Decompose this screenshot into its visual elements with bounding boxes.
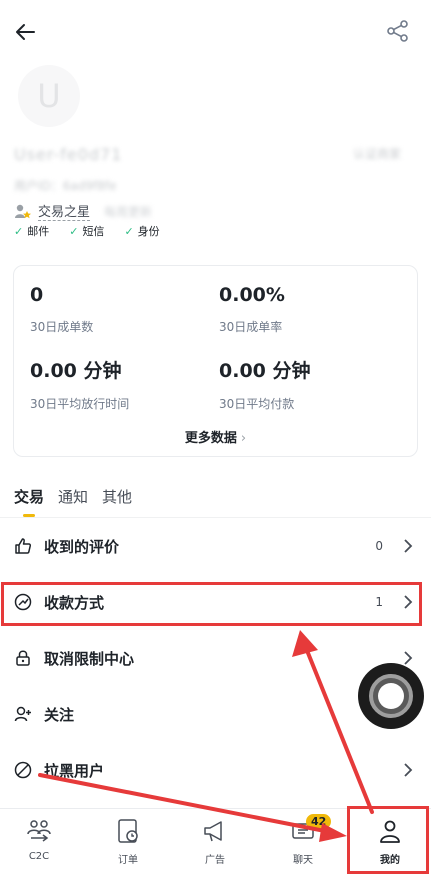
chevron-right-icon: [404, 763, 413, 777]
nav-item-orders[interactable]: 订单: [98, 817, 158, 866]
share-icon: [387, 20, 408, 42]
stat-pay-time: 0.00 分钟 30日平均付款: [219, 356, 311, 412]
order-icon: [118, 819, 138, 843]
share-button[interactable]: [385, 18, 411, 44]
more-data-link[interactable]: 更多数据 ›: [14, 427, 417, 446]
stat-label: 30日平均付款: [219, 397, 295, 411]
floating-assistive-button[interactable]: [358, 663, 424, 729]
tab-other[interactable]: 其他: [102, 486, 132, 517]
nav-label: 订单: [118, 855, 138, 866]
check-icon: ✓: [69, 224, 79, 238]
stat-value: 0: [30, 284, 44, 306]
megaphone-icon: [204, 821, 222, 842]
stat-value: 0.00 分钟: [30, 360, 122, 382]
stat-label: 30日成单率: [219, 320, 283, 334]
tab-notifications[interactable]: 通知: [58, 486, 88, 517]
menu-item-blocked-users[interactable]: 拉黑用户: [0, 742, 431, 798]
back-button[interactable]: [12, 18, 40, 46]
user-id[interactable]: 用户ID：6ad9f8fe: [14, 177, 117, 194]
menu-item-label: 收到的评价: [44, 537, 120, 556]
stat-label: 30日平均放行时间: [30, 397, 130, 411]
settings-menu: 收到的评价 0 收款方式 1 取消限制中心 关注 拉黑用户: [0, 518, 431, 798]
nav-label: C2C: [28, 851, 50, 862]
tab-trade[interactable]: 交易: [14, 486, 44, 517]
trade-star-row[interactable]: 交易之星 每周更新: [14, 201, 152, 221]
avatar-letter: U: [37, 77, 61, 115]
block-icon: [14, 761, 32, 779]
verified-badge: 认证商家: [352, 147, 401, 161]
menu-item-count: 0: [375, 539, 383, 553]
nav-item-c2c[interactable]: C2C: [9, 817, 69, 862]
trade-star-icon: [15, 204, 31, 219]
stat-label: 30日成单数: [30, 320, 94, 334]
verification-list: ✓ 邮件 ✓ 短信 ✓ 身份: [14, 223, 160, 239]
menu-item-label: 拉黑用户: [44, 761, 105, 780]
annotation-highlight-me: [347, 806, 429, 874]
nav-label: 聊天: [293, 855, 313, 866]
user-plus-icon: [14, 705, 32, 723]
check-icon: ✓: [124, 224, 134, 238]
thumbs-up-icon: [14, 537, 32, 555]
assistive-ring: [369, 674, 413, 718]
nav-item-ads[interactable]: 广告: [185, 817, 245, 866]
verification-sms: ✓ 短信: [69, 223, 104, 239]
nav-item-chat[interactable]: 42 聊天: [273, 814, 333, 866]
top-bar: [0, 0, 431, 62]
chat-badge: 42: [306, 814, 332, 829]
check-icon: ✓: [14, 224, 24, 238]
stat-completion-rate: 0.00% 30日成单率: [219, 284, 285, 335]
verification-id: ✓ 身份: [124, 223, 159, 239]
assistive-core: [378, 683, 404, 709]
more-data-label: 更多数据: [184, 431, 237, 446]
stat-value: 0.00 分钟: [219, 360, 311, 382]
chevron-right-icon: [404, 539, 413, 553]
c2c-icon: [27, 820, 51, 842]
chevron-right-icon: ›: [240, 431, 247, 446]
verification-email: ✓ 邮件: [14, 223, 49, 239]
section-tabs: 交易 通知 其他: [14, 486, 132, 517]
arrow-left-icon: [16, 24, 35, 40]
nav-label: 广告: [205, 855, 225, 866]
avatar[interactable]: U: [18, 65, 80, 127]
annotation-highlight-payment: [1, 582, 422, 626]
nickname: User-fe0d71: [14, 145, 123, 164]
menu-item-reviews[interactable]: 收到的评价 0: [0, 518, 431, 574]
trade-star-label: 交易之星: [38, 201, 91, 221]
profile-section: U User-fe0d71 用户ID：6ad9f8fe 认证商家 交易之星 每周…: [0, 55, 431, 245]
stats-card: 0 30日成单数 0.00% 30日成单率 0.00 分钟 30日平均放行时间 …: [13, 265, 418, 457]
stat-order-count: 0 30日成单数: [30, 284, 93, 335]
menu-item-label: 取消限制中心: [44, 649, 135, 668]
verification-label: 短信: [82, 225, 105, 238]
trade-star-sub: 每周更新: [104, 204, 153, 219]
stat-value: 0.00%: [219, 284, 285, 306]
menu-item-label: 关注: [44, 705, 75, 724]
stat-release-time: 0.00 分钟 30日平均放行时间: [30, 356, 129, 412]
verification-label: 邮件: [27, 225, 50, 238]
verification-label: 身份: [137, 225, 160, 238]
lock-icon: [14, 649, 32, 667]
